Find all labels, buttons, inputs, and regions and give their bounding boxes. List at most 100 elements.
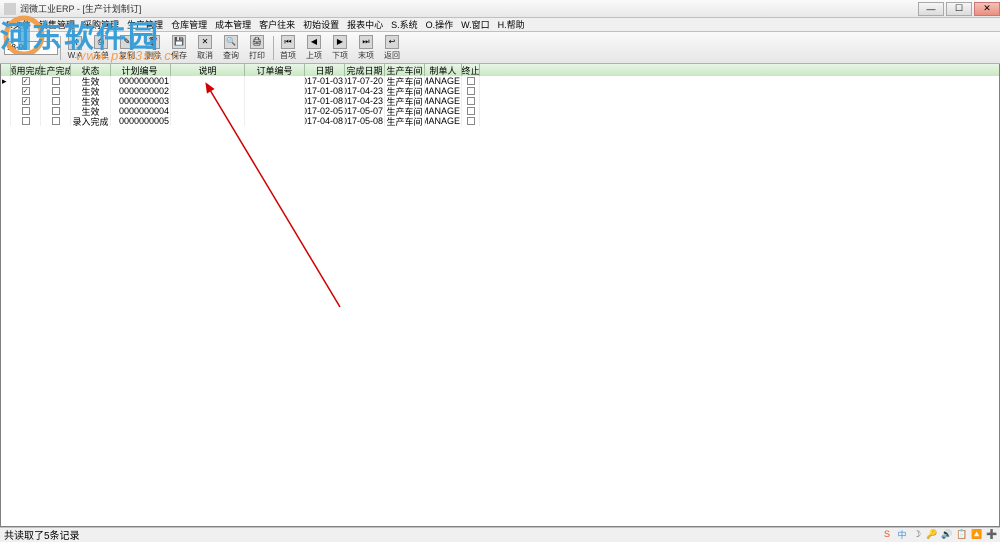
menu-W.窗口[interactable]: W.窗口 (457, 18, 494, 31)
tool-查询[interactable]: 🔍查询 (219, 34, 243, 62)
tool-label: W.A (68, 51, 83, 60)
checkbox-cell[interactable] (462, 116, 480, 126)
checkbox-cell[interactable] (462, 76, 480, 86)
checkbox-icon (467, 107, 475, 115)
checkbox-cell[interactable] (41, 76, 71, 86)
checkbox-cell[interactable] (41, 96, 71, 106)
menu-采购管理[interactable]: 采购管理 (79, 18, 123, 31)
menu-报表中心[interactable]: 报表中心 (343, 18, 387, 31)
tray-icon[interactable]: ☽ (911, 529, 923, 540)
menu-H.帮助[interactable]: H.帮助 (494, 18, 529, 31)
tool-label: 下项 (332, 50, 348, 61)
checkbox-cell[interactable] (41, 116, 71, 126)
desc-cell (171, 116, 245, 126)
checkbox-icon (467, 117, 475, 125)
column-header[interactable]: 状态 (71, 64, 111, 76)
status-cell: 生效 (71, 86, 111, 96)
checkbox-cell[interactable] (462, 86, 480, 96)
toolbar: 18-09 XW.A⎙东单✎复制🗑删除💾保存✕取消🔍查询🖨打印⏮首项◀上项▶下项… (0, 32, 1000, 64)
tool-label: 末项 (358, 50, 374, 61)
column-header[interactable]: 终止 (462, 64, 480, 76)
tool-label: 取消 (197, 50, 213, 61)
column-header[interactable]: 领用完成 (11, 64, 41, 76)
column-header[interactable]: 生产完成 (41, 64, 71, 76)
table-row[interactable]: 生效00000000042017-02-052017-05-07生产车间MANA… (1, 106, 999, 116)
minimize-button[interactable]: — (918, 2, 944, 16)
workshop-cell: 生产车间 (385, 106, 425, 116)
table-row[interactable]: 录入完成00000000052017-04-082017-05-08生产车间MA… (1, 116, 999, 126)
menu-成本管理[interactable]: 成本管理 (211, 18, 255, 31)
tool-label: 返回 (384, 50, 400, 61)
date-cell: 2017-01-08 (305, 86, 345, 96)
checkbox-cell[interactable] (462, 96, 480, 106)
column-header[interactable]: 完成日期 (345, 64, 385, 76)
table-row[interactable]: ✓生效00000000032017-01-082017-04-23生产车间MAN… (1, 96, 999, 106)
tool-W.A[interactable]: XW.A (63, 34, 87, 62)
tray-icon[interactable]: 🔼 (971, 529, 983, 540)
date-field[interactable]: 18-09 (4, 41, 58, 55)
system-tray: S中☽🔑🔊📋🔼➕ (881, 527, 998, 541)
menu-初始设置[interactable]: 初始设置 (299, 18, 343, 31)
column-header[interactable]: 计划编号 (111, 64, 171, 76)
table-row[interactable]: ✓生效00000000022017-01-082017-04-23生产车间MAN… (1, 86, 999, 96)
checkbox-cell[interactable]: ✓ (11, 96, 41, 106)
取消-icon: ✕ (198, 35, 212, 49)
column-header[interactable]: 生产车间 (385, 64, 425, 76)
date-cell: 2017-01-08 (305, 96, 345, 106)
close-button[interactable]: ✕ (974, 2, 1000, 16)
table-row[interactable]: ▸✓生效00000000012017-01-032017-07-20生产车间MA… (1, 76, 999, 86)
column-header[interactable]: 日期 (305, 64, 345, 76)
maximize-button[interactable]: ☐ (946, 2, 972, 16)
上项-icon: ◀ (307, 35, 321, 49)
tool-删除[interactable]: 🗑删除 (141, 34, 165, 62)
tool-保存[interactable]: 💾保存 (167, 34, 191, 62)
column-header[interactable]: 订单编号 (245, 64, 305, 76)
tray-icon[interactable]: ➕ (986, 529, 998, 540)
tray-icon[interactable]: 🔊 (941, 529, 953, 540)
column-header[interactable]: 说明 (171, 64, 245, 76)
checkbox-cell[interactable] (11, 116, 41, 126)
tool-返回[interactable]: ↩返回 (380, 34, 404, 62)
checkbox-cell[interactable]: ✓ (11, 76, 41, 86)
menu-S.系统[interactable]: S.系统 (387, 18, 422, 31)
tool-复制[interactable]: ✎复制 (115, 34, 139, 62)
checkbox-cell[interactable] (41, 106, 71, 116)
checkbox-icon (52, 97, 60, 105)
order-cell (245, 86, 305, 96)
menu-仓库管理[interactable]: 仓库管理 (167, 18, 211, 31)
row-pointer: ▸ (1, 76, 11, 86)
tray-icon[interactable]: 📋 (956, 529, 968, 540)
menu-O.操作[interactable]: O.操作 (422, 18, 458, 31)
tray-icon[interactable]: 🔑 (926, 529, 938, 540)
tool-下项[interactable]: ▶下项 (328, 34, 352, 62)
checkbox-cell[interactable] (462, 106, 480, 116)
tool-label: 首项 (280, 50, 296, 61)
tool-东单[interactable]: ⎙东单 (89, 34, 113, 62)
status-cell: 生效 (71, 106, 111, 116)
tool-label: 保存 (171, 50, 187, 61)
data-grid[interactable]: 领用完成生产完成状态计划编号说明订单编号日期完成日期生产车间制单人终止 ▸✓生效… (1, 64, 999, 126)
tray-icon[interactable]: 中 (896, 529, 908, 540)
checkbox-cell[interactable] (41, 86, 71, 96)
maker-cell: MANAGE (425, 76, 462, 86)
plan-cell: 0000000002 (111, 86, 171, 96)
tool-末项[interactable]: ⏭末项 (354, 34, 378, 62)
tray-icon[interactable]: S (881, 529, 893, 540)
checkbox-cell[interactable]: ✓ (11, 86, 41, 96)
menu-销售管理[interactable]: 销售管理 (35, 18, 79, 31)
column-header[interactable] (1, 64, 11, 76)
menu-客户往来[interactable]: 客户往来 (255, 18, 299, 31)
menu-F.文件[interactable]: F.文件 (2, 18, 35, 31)
tool-打印[interactable]: 🖨打印 (245, 34, 269, 62)
workshop-cell: 生产车间 (385, 116, 425, 126)
tool-取消[interactable]: ✕取消 (193, 34, 217, 62)
separator (60, 36, 61, 60)
tool-上项[interactable]: ◀上项 (302, 34, 326, 62)
下项-icon: ▶ (333, 35, 347, 49)
checkbox-cell[interactable] (11, 106, 41, 116)
首项-icon: ⏮ (281, 35, 295, 49)
column-header[interactable]: 制单人 (425, 64, 462, 76)
复制-icon: ✎ (120, 35, 134, 49)
tool-首项[interactable]: ⏮首项 (276, 34, 300, 62)
menu-生产管理[interactable]: 生产管理 (123, 18, 167, 31)
